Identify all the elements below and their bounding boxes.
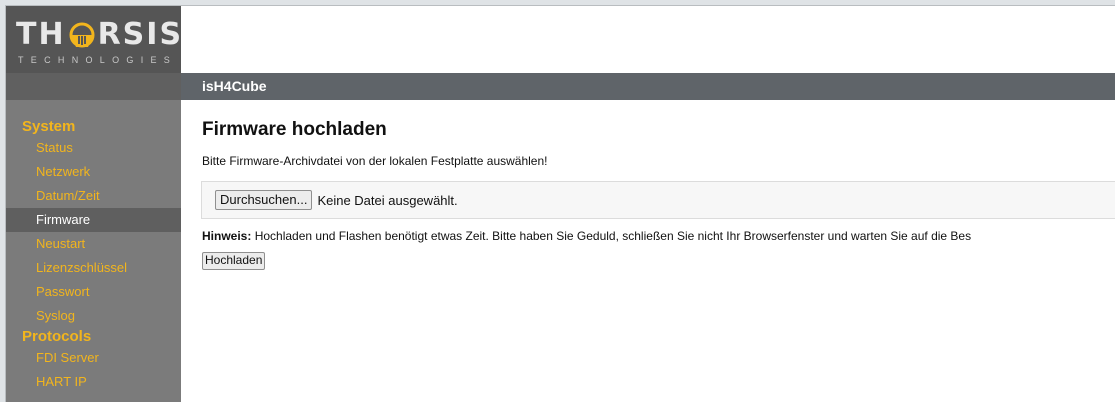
browse-button[interactable]: Durchsuchen...	[215, 190, 313, 210]
hint-body: Hochladen und Flashen benötigt etwas Zei…	[254, 229, 972, 243]
logo-subtitle: TECHNOLOGIES	[18, 55, 178, 65]
sidebar-item-neustart[interactable]: Neustart	[6, 232, 181, 256]
nav-section-protocols: Protocols	[22, 328, 92, 345]
sidebar-header-strip	[6, 73, 181, 100]
page-title: Firmware hochladen	[202, 119, 387, 140]
upload-button[interactable]: Hochladen	[202, 251, 266, 270]
sidebar-item-lizenzschluessel[interactable]: Lizenzschlüssel	[6, 256, 181, 280]
sidebar-item-hart-ip[interactable]: HART IP	[6, 370, 181, 394]
logo-wordmark: TH RSIS	[16, 20, 183, 50]
nav-section-system: System	[22, 118, 76, 135]
sidebar-item-firmware[interactable]: Firmware	[6, 208, 181, 232]
sidebar-item-syslog[interactable]: Syslog	[6, 304, 181, 328]
app-title: isH4Cube	[202, 78, 267, 94]
upload-row: Hochladen	[202, 251, 1115, 270]
sidebar-item-fdi-server[interactable]: FDI Server	[6, 346, 181, 370]
main-content: Firmware hochladen Bitte Firmware-Archiv…	[201, 118, 1115, 270]
logo: TH RSIS TECHNOLOGIES	[6, 6, 181, 73]
header-bar: isH4Cube	[181, 73, 1115, 100]
logo-emblem-icon	[67, 20, 97, 50]
hint-text: Hinweis: Hochladen und Flashen benötigt …	[202, 229, 1115, 243]
hint-label: Hinweis:	[202, 229, 252, 243]
browser-frame: TH RSIS TECHNOLOGIES System Status Netzw	[5, 5, 1115, 402]
page-description: Bitte Firmware-Archivdatei von der lokal…	[202, 154, 548, 168]
sidebar-item-datum-zeit[interactable]: Datum/Zeit	[6, 184, 181, 208]
file-picker: Durchsuchen... Keine Datei ausgewählt.	[201, 181, 1115, 219]
sidebar-item-netzwerk[interactable]: Netzwerk	[6, 160, 181, 184]
sidebar-item-status[interactable]: Status	[6, 136, 181, 160]
logo-text-left: TH	[16, 17, 66, 52]
file-status: Keine Datei ausgewählt.	[317, 192, 458, 208]
logo-text-right: RSIS	[97, 17, 184, 52]
sidebar: TH RSIS TECHNOLOGIES System Status Netzw	[6, 6, 181, 402]
sidebar-item-passwort[interactable]: Passwort	[6, 280, 181, 304]
sidebar-nav: System Status Netzwerk Datum/Zeit Firmwa…	[6, 118, 181, 394]
